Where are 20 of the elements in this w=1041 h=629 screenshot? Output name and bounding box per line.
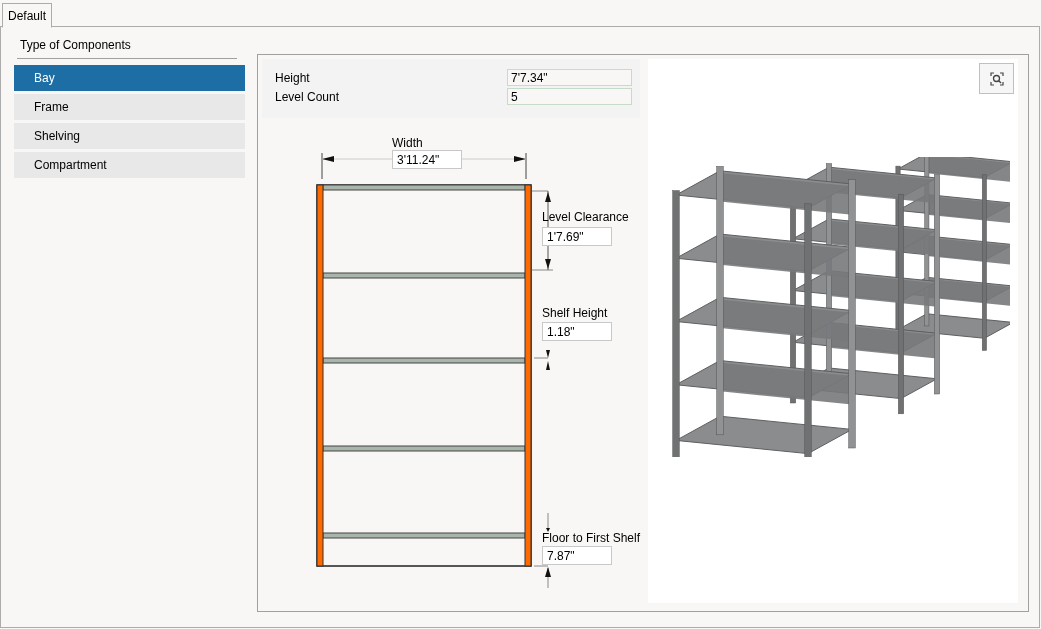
dimension-label: Level Clearance [542,209,629,226]
component-type-item[interactable]: Shelving [14,123,245,149]
component-type-item[interactable]: Frame [14,94,245,120]
component-type-item[interactable]: Compartment [14,152,245,178]
shelf-height-field[interactable]: 1.18" [542,322,612,341]
property-label: Level Count [275,88,340,106]
property-field[interactable]: 5 [507,88,632,105]
section-title: Type of Components [19,38,132,52]
width-field[interactable]: 3'11.24" [392,150,462,169]
component-type-item[interactable]: Bay [14,65,245,91]
tab[interactable]: Default [2,3,53,28]
property-label: Height [275,69,310,87]
level-clearance-field[interactable]: 1'7.69" [542,227,612,246]
search-icon [989,71,1004,86]
dimension-label: Shelf Height [542,305,608,322]
zoom-extents-button[interactable] [979,63,1014,94]
property-field[interactable]: 7'7.34" [507,69,632,86]
dimension-label: Floor to First Shelf [542,530,641,547]
dimension-label: Width [392,135,423,152]
floor-to-first-shelf-field[interactable]: 7.87" [542,546,612,565]
